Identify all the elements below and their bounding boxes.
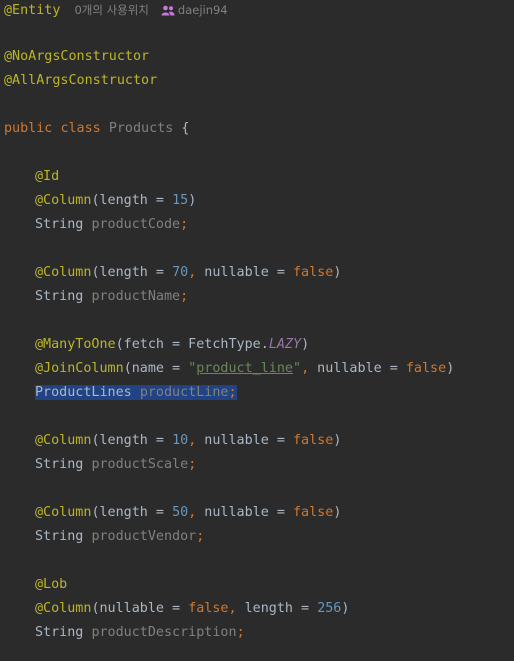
- column-annotation: @Column: [35, 505, 92, 520]
- paren-close: ): [341, 601, 350, 616]
- join-column-annotation: @JoinColumn: [35, 361, 124, 376]
- code-line-join-column: @JoinColumn(name = "product_line", nulla…: [4, 357, 454, 381]
- args-text: (length =: [91, 505, 173, 520]
- nullable-value: false: [188, 601, 229, 616]
- field-type: ProductLines: [35, 385, 132, 400]
- many-to-one-annotation: @ManyToOne: [35, 337, 116, 352]
- args-text: (length =: [91, 265, 173, 280]
- code-line-id: @Id: [4, 165, 59, 189]
- code-line-column-description: @Column(nullable = false, length = 256): [4, 597, 349, 621]
- field-name: productDescription: [91, 625, 237, 640]
- paren-close: ): [333, 265, 342, 280]
- args-text: (length =: [91, 433, 173, 448]
- field-name: productVendor: [91, 529, 197, 544]
- nullable-value: false: [293, 433, 334, 448]
- nullable-value: false: [405, 361, 447, 376]
- field-name: productCode: [91, 217, 181, 232]
- field-product-scale: String productScale;: [4, 453, 196, 477]
- code-line-column-scale: @Column(length = 10, nullable = false): [4, 429, 341, 453]
- length-value: 70: [172, 265, 189, 280]
- nullable-key: nullable =: [196, 433, 293, 448]
- code-line-column-code: @Column(length = 15): [4, 189, 196, 213]
- quote-close: ": [293, 361, 302, 376]
- semicolon: ;: [180, 289, 189, 304]
- nullable-key: nullable =: [196, 505, 293, 520]
- class-declaration: public class Products {: [4, 117, 189, 141]
- field-type: String: [35, 625, 84, 640]
- lob-annotation: @Lob: [35, 577, 68, 592]
- args-text: (name =: [123, 361, 189, 376]
- class-name: Products: [108, 121, 174, 136]
- field-product-line[interactable]: ProductLines productLine;: [4, 381, 237, 405]
- field-name: productScale: [91, 457, 189, 472]
- field-name: productLine: [139, 385, 229, 400]
- paren-close: ): [301, 337, 310, 352]
- code-editor[interactable]: @Entity 0개의 사용위치 daejin94 @NoArgsConstru…: [0, 0, 514, 661]
- field-type: String: [35, 289, 84, 304]
- length-value: 256: [317, 601, 342, 616]
- all-args-annotation: @AllArgsConstructor: [4, 73, 158, 88]
- length-value: 50: [172, 505, 189, 520]
- id-annotation: @Id: [35, 169, 60, 184]
- join-column-name[interactable]: product_line: [196, 361, 293, 376]
- field-type: String: [35, 529, 84, 544]
- field-product-vendor: String productVendor;: [4, 525, 204, 549]
- field-name: productName: [91, 289, 181, 304]
- column-annotation: @Column: [35, 601, 92, 616]
- fetch-type-value: LAZY: [268, 337, 302, 352]
- keyword-public: public: [4, 121, 53, 136]
- args-text: (length =: [91, 193, 173, 208]
- column-annotation: @Column: [35, 265, 92, 280]
- args-text: (nullable =: [91, 601, 189, 616]
- paren-close: ): [333, 505, 342, 520]
- nullable-key: nullable =: [309, 361, 406, 376]
- inlay-hint-row: @Entity 0개의 사용위치 daejin94: [0, 0, 514, 20]
- nullable-value: false: [293, 505, 334, 520]
- semicolon: ;: [196, 529, 205, 544]
- author-name: daejin94: [177, 3, 228, 17]
- field-type: String: [35, 457, 84, 472]
- code-line-column-name: @Column(length = 70, nullable = false): [4, 261, 341, 285]
- author-hint[interactable]: daejin94: [161, 3, 228, 17]
- open-brace: {: [181, 121, 190, 136]
- paren-close: ): [446, 361, 455, 376]
- column-annotation: @Column: [35, 193, 92, 208]
- nullable-key: nullable =: [196, 265, 293, 280]
- code-line-column-vendor: @Column(length = 50, nullable = false): [4, 501, 341, 525]
- entity-annotation: @Entity: [4, 2, 61, 18]
- nullable-value: false: [293, 265, 334, 280]
- length-value: 10: [172, 433, 189, 448]
- no-args-annotation: @NoArgsConstructor: [4, 49, 150, 64]
- paren-close: ): [188, 193, 197, 208]
- code-line-allargs: @AllArgsConstructor: [4, 69, 157, 93]
- code-line-lob: @Lob: [4, 573, 67, 597]
- field-product-description: String productDescription;: [4, 621, 245, 645]
- keyword-class: class: [60, 121, 101, 136]
- field-product-name: String productName;: [4, 285, 188, 309]
- semicolon: ;: [228, 385, 237, 400]
- code-line-many-to-one: @ManyToOne(fetch = FetchType.LAZY): [4, 333, 309, 357]
- comma: ,: [301, 361, 310, 376]
- args-text: (fetch = FetchType.: [115, 337, 269, 352]
- column-annotation: @Column: [35, 433, 92, 448]
- length-key: length =: [236, 601, 318, 616]
- usages-hint[interactable]: 0개의 사용위치: [74, 2, 148, 18]
- length-value: 15: [172, 193, 189, 208]
- field-product-code: String productCode;: [4, 213, 188, 237]
- semicolon: ;: [188, 457, 197, 472]
- semicolon: ;: [180, 217, 189, 232]
- semicolon: ;: [236, 625, 245, 640]
- code-line-noargs: @NoArgsConstructor: [4, 45, 149, 69]
- field-type: String: [35, 217, 84, 232]
- people-icon: [161, 5, 175, 15]
- comma: ,: [228, 601, 237, 616]
- paren-close: ): [333, 433, 342, 448]
